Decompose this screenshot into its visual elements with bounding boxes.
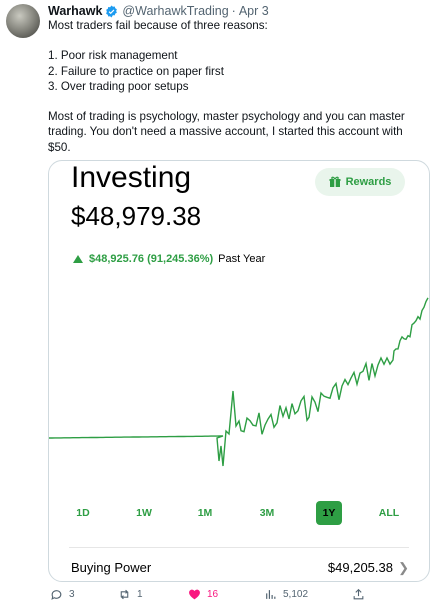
range-selector: 1D 1W 1M 3M 1Y ALL <box>49 501 429 525</box>
rewards-label: Rewards <box>345 176 392 188</box>
like-button[interactable]: 16 <box>188 588 218 601</box>
tweet-line: $50. <box>48 140 71 154</box>
gift-icon <box>329 176 341 187</box>
divider <box>69 547 409 548</box>
range-all[interactable]: ALL <box>376 501 402 525</box>
tweet-line: 3. Over trading poor setups <box>48 79 189 93</box>
view-count: 5,102 <box>283 589 309 600</box>
avatar[interactable] <box>6 4 40 38</box>
separator-dot: · <box>231 4 236 18</box>
analytics-icon <box>266 590 276 599</box>
reply-count: 3 <box>69 589 75 600</box>
heart-icon <box>189 589 200 600</box>
change-period: Past Year <box>218 253 266 265</box>
tweet-line: 1. Poor risk management <box>48 49 178 63</box>
tweet-line: Most traders fail because of three reaso… <box>48 19 268 32</box>
tweet-actions: 3 1 16 5,102 <box>48 588 428 606</box>
author-name[interactable]: Warhawk <box>48 4 102 18</box>
change-row: $48,925.76 (91,245.36%) Past Year <box>73 253 265 265</box>
buying-power-value: $49,205.38 <box>327 560 393 575</box>
range-1m[interactable]: 1M <box>192 501 218 525</box>
tweet-line: Most of trading is psychology, master ps… <box>48 110 405 124</box>
up-triangle-icon <box>73 255 83 263</box>
range-1y[interactable]: 1Y <box>316 501 342 525</box>
investing-title: Investing <box>71 161 192 194</box>
chart-line <box>49 297 429 467</box>
author-handle[interactable]: @WarhawkTrading <box>122 4 228 18</box>
like-count: 16 <box>207 589 219 600</box>
performance-chart <box>49 297 429 467</box>
tweet-date[interactable]: Apr 3 <box>239 4 269 18</box>
change-value: $48,925.76 (91,245.36%) <box>89 253 214 265</box>
verified-badge-icon <box>106 5 118 17</box>
range-1d[interactable]: 1D <box>70 501 96 525</box>
tweet-text: Most traders fail because of three reaso… <box>48 18 418 155</box>
tweet-line: trading. You don't need a massive accoun… <box>48 125 403 139</box>
retweet-count: 1 <box>137 589 143 600</box>
tweet-line: 2. Failure to practice on paper first <box>48 64 224 78</box>
range-3m[interactable]: 3M <box>254 501 280 525</box>
views-button[interactable]: 5,102 <box>264 588 308 601</box>
range-1w[interactable]: 1W <box>131 501 157 525</box>
buying-power-label: Buying Power <box>71 560 152 575</box>
rewards-button: Rewards <box>315 168 405 196</box>
share-button[interactable] <box>352 588 365 601</box>
reply-button[interactable]: 3 <box>50 588 75 601</box>
screenshot-card[interactable]: Investing $48,979.38 Rewards $48,925.76 … <box>48 160 430 582</box>
share-icon <box>353 588 364 600</box>
retweet-icon <box>120 589 129 600</box>
portfolio-balance: $48,979.38 <box>71 201 202 231</box>
retweet-button[interactable]: 1 <box>118 588 143 601</box>
chevron-right-icon[interactable]: ❯ <box>398 560 409 576</box>
reply-icon <box>51 590 62 600</box>
